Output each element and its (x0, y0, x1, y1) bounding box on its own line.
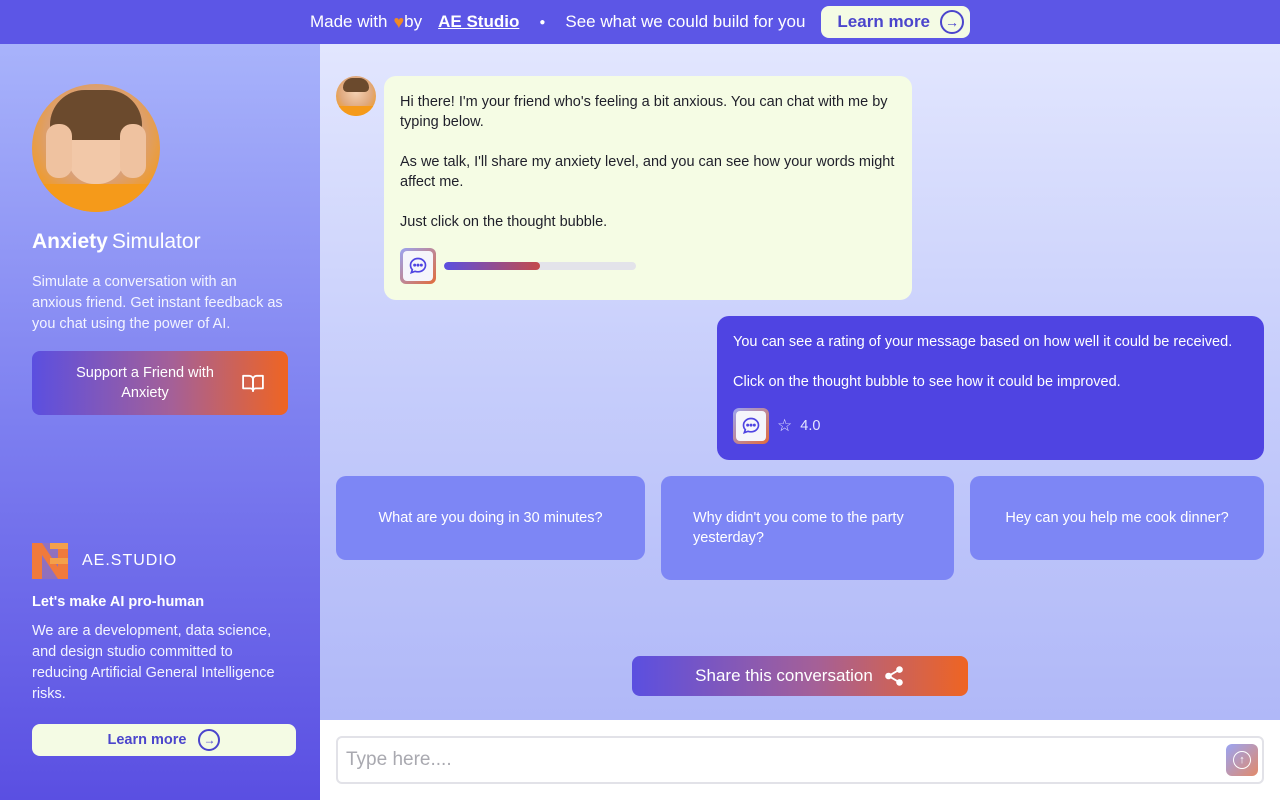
user-message-line: You can see a rating of your message bas… (733, 334, 1233, 350)
message-input-bar: ↑ (320, 720, 1280, 800)
star-icon: ☆ (777, 416, 793, 435)
chat-bubble-icon (409, 257, 427, 275)
book-open-icon (242, 374, 264, 392)
app-title-rest: Simulator (111, 230, 201, 253)
anxiety-level-meter (444, 262, 636, 270)
made-with-text: Made with ♥ by (310, 12, 422, 33)
user-message-bubble: You can see a rating of your message bas… (717, 316, 1264, 460)
anxiety-level-fill (444, 262, 540, 270)
chat-area: Hi there! I'm your friend who's feeling … (320, 44, 1280, 720)
share-conversation-label: Share this conversation (695, 666, 873, 685)
friend-avatar (336, 76, 376, 116)
separator-dot: ● (539, 16, 546, 28)
user-thought-bubble-button[interactable] (733, 408, 769, 444)
friend-message-bubble: Hi there! I'm your friend who's feeling … (384, 76, 912, 300)
suggestion-button[interactable]: What are you doing in 30 minutes? (336, 476, 645, 560)
ae-studio-link[interactable]: AE Studio (438, 12, 519, 32)
by-label: by (404, 12, 423, 31)
rating-row: ☆ 4.0 (733, 408, 820, 444)
friend-message-line: Hi there! I'm your friend who's feeling … (400, 94, 888, 130)
user-message-line: Click on the thought bubble to see how i… (733, 374, 1121, 390)
app-title: Anxiety Simulator (32, 230, 201, 254)
ae-logo-mark-icon (32, 543, 68, 579)
message-rating: 4.0 (800, 418, 821, 434)
company-name: AE.STUDIO (82, 552, 178, 569)
app-description: Simulate a conversation with an anxious … (32, 274, 283, 332)
support-friend-button[interactable]: Support a Friend with Anxiety (32, 351, 288, 415)
top-banner: Made with ♥ by AE Studio ● See what we c… (0, 0, 1280, 44)
arrow-right-circle-icon: → (940, 10, 965, 34)
cta-text: See what we could build for you (565, 12, 806, 31)
message-input[interactable] (338, 738, 1218, 782)
sidebar-learn-more-label: Learn more (107, 732, 187, 748)
learn-more-label: Learn more (837, 12, 931, 31)
sidebar: Anxiety Simulator Simulate a conversation… (0, 44, 320, 800)
share-icon (885, 666, 903, 686)
share-conversation-button[interactable]: Share this conversation (632, 656, 968, 696)
tagline: Let's make AI pro-human (32, 594, 205, 610)
suggestion-button[interactable]: Why didn't you come to the party yesterd… (661, 476, 954, 580)
heart-icon: ♥ (393, 11, 405, 32)
message-input-box: ↑ (336, 736, 1264, 784)
support-friend-label: Support a Friend with Anxiety (76, 365, 214, 401)
friend-message-line: Just click on the thought bubble. (400, 214, 608, 230)
anxiety-meter-row (400, 248, 636, 284)
chat-bubble-icon (742, 417, 760, 435)
banner-learn-more-button[interactable]: Learn more → (821, 6, 971, 38)
friend-message-line: As we talk, I'll share my anxiety level,… (400, 154, 895, 190)
app-title-bold: Anxiety (32, 230, 108, 253)
anxious-friend-avatar (32, 84, 160, 212)
made-with-label: Made with (309, 12, 388, 31)
friend-thought-bubble-button[interactable] (400, 248, 436, 284)
send-arrow-icon: ↑ (1233, 751, 1251, 769)
send-button[interactable]: ↑ (1226, 744, 1258, 776)
sidebar-learn-more-button[interactable]: Learn more → (32, 724, 296, 756)
suggestion-button[interactable]: Hey can you help me cook dinner? (970, 476, 1264, 560)
ae-studio-logo: AE.STUDIO (32, 543, 177, 579)
arrow-right-circle-icon: → (198, 729, 221, 751)
about-text: We are a development, data science, and … (32, 623, 275, 702)
